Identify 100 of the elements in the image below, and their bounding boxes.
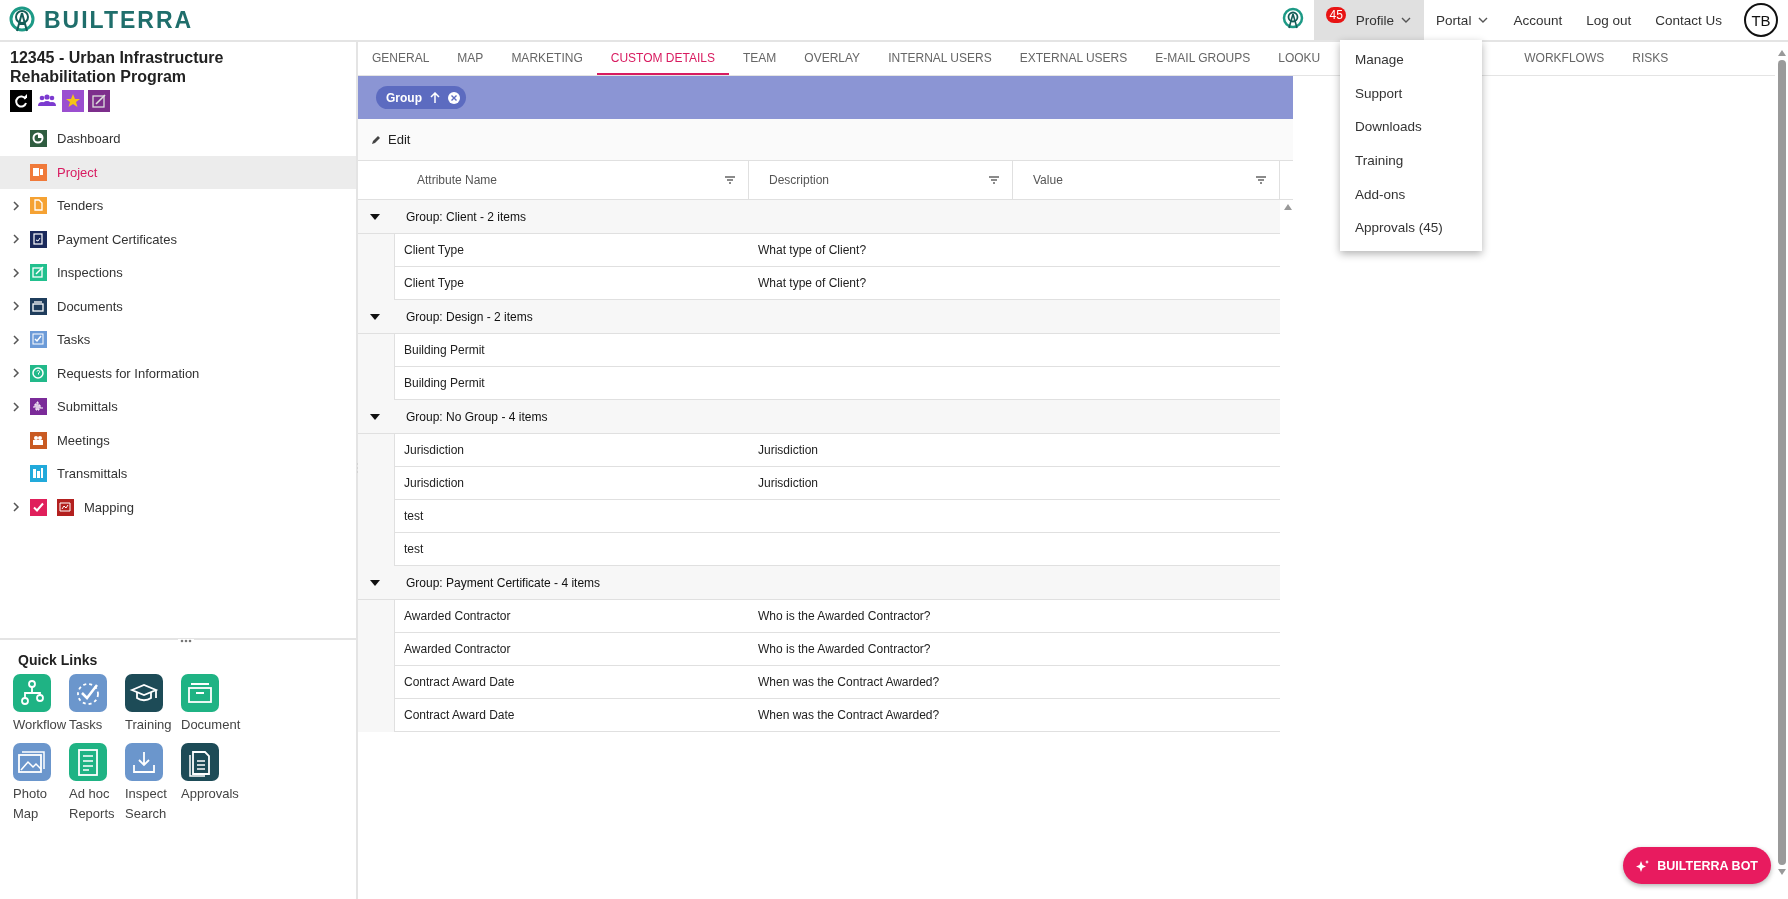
table-cell: Jurisdiction xyxy=(749,434,1013,467)
group-row[interactable]: Group: Client - 2 items xyxy=(358,200,1280,234)
sidebar-item[interactable]: Submittals xyxy=(0,390,356,424)
sidebar-label: Transmittals xyxy=(57,466,128,482)
chevron-right-icon[interactable] xyxy=(12,266,20,279)
menu-item[interactable]: Training xyxy=(1340,143,1482,178)
table-cell: Building Permit xyxy=(395,334,749,367)
arrow-up-icon[interactable] xyxy=(430,91,440,104)
sparkle-icon xyxy=(1636,858,1651,873)
edit-button[interactable]: Edit xyxy=(370,132,411,147)
tab[interactable]: GENERAL xyxy=(358,42,444,75)
quick-link[interactable]: Tasks xyxy=(69,674,125,735)
sidebar-item[interactable]: Inspections xyxy=(0,256,356,290)
table-cell: Client Type xyxy=(395,234,749,267)
chevron-right-icon[interactable] xyxy=(12,300,20,313)
group-row[interactable]: Group: Payment Certificate - 4 items xyxy=(358,566,1280,600)
quick-link-label: Photo Map xyxy=(13,785,48,823)
group-label: Group: No Group - 4 items xyxy=(406,409,548,424)
sidebar-item[interactable]: Mapping xyxy=(0,490,356,524)
table-cell: test xyxy=(395,500,749,533)
chevron-right-icon[interactable] xyxy=(12,199,20,212)
menu-item[interactable]: Manage xyxy=(1340,43,1482,77)
scrollbar-thumb[interactable] xyxy=(1777,60,1786,865)
quick-link[interactable]: Inspect Search xyxy=(125,743,181,824)
table-cell: Awarded Contractor xyxy=(395,633,749,666)
user-avatar[interactable]: TB xyxy=(1744,3,1778,37)
chevron-right-icon[interactable] xyxy=(12,367,20,380)
quick-link[interactable]: Approvals xyxy=(181,743,237,824)
menu-item[interactable]: Approvals (45) xyxy=(1340,210,1482,245)
group-label: Group: Client - 2 items xyxy=(406,209,527,224)
tab[interactable]: WORKFLOWS xyxy=(1510,42,1619,75)
menu-item[interactable]: Add-ons xyxy=(1340,177,1482,211)
quick-link[interactable]: Workflow xyxy=(13,674,69,735)
scroll-down-icon[interactable] xyxy=(1777,869,1786,875)
nav-link[interactable]: Account xyxy=(1501,0,1575,40)
sidebar-label: Dashboard xyxy=(57,131,121,147)
chevron-right-icon[interactable] xyxy=(12,501,20,514)
sidebar-label: Requests for Information xyxy=(57,365,200,381)
table-cell: Who is the Awarded Contractor? xyxy=(749,600,1013,633)
group-label: Group: Design - 2 items xyxy=(406,309,533,324)
checkbox[interactable] xyxy=(30,498,47,516)
group-chip[interactable]: Group xyxy=(376,86,466,109)
sidebar-item[interactable]: Dashboard xyxy=(0,122,356,156)
tab[interactable]: MAP xyxy=(443,42,498,75)
menu-item[interactable]: Downloads xyxy=(1340,110,1482,144)
filter-icon[interactable] xyxy=(724,175,736,185)
quick-link[interactable]: Ad hoc Reports xyxy=(69,743,125,824)
sidebar-label: Tenders xyxy=(57,198,104,214)
sidebar-item[interactable]: Payment Certificates xyxy=(0,222,356,256)
quick-link[interactable]: Training xyxy=(125,674,181,735)
group-row[interactable]: Group: Design - 2 items xyxy=(358,300,1280,334)
sidebar-item[interactable]: Tasks xyxy=(0,323,356,357)
sidebar-item[interactable]: Transmittals xyxy=(0,457,356,491)
logo-text: BUILTERRA xyxy=(44,6,194,34)
tab[interactable]: OVERLAY xyxy=(790,42,875,75)
sidebar-label: Tasks xyxy=(57,332,91,348)
menu-item[interactable]: Support xyxy=(1340,76,1482,111)
tab[interactable]: EXTERNAL USERS xyxy=(1005,42,1142,75)
quick-link-label: Ad hoc Reports xyxy=(69,785,116,823)
sidebar-item[interactable]: Project xyxy=(0,155,356,189)
sidebar-label: Mapping xyxy=(84,499,134,515)
edit-icon[interactable] xyxy=(88,90,110,112)
filter-icon[interactable] xyxy=(1255,175,1267,185)
quick-link-label: Tasks xyxy=(69,716,104,734)
scroll-up-icon[interactable] xyxy=(1284,204,1292,210)
chatbot-button[interactable]: BUILTERRA BOT xyxy=(1623,847,1771,884)
sidebar-label: Project xyxy=(57,164,98,180)
scroll-up-icon[interactable] xyxy=(1777,50,1786,56)
close-icon[interactable] xyxy=(448,91,460,104)
tab[interactable]: RISKS xyxy=(1618,42,1683,75)
chevron-right-icon[interactable] xyxy=(12,233,20,246)
resize-handle-icon[interactable] xyxy=(178,639,194,643)
tab[interactable]: MARKETING xyxy=(497,42,597,75)
tab[interactable]: TEAM xyxy=(728,42,791,75)
quick-link[interactable]: Photo Map xyxy=(13,743,69,824)
table-cell: Who is the Awarded Contractor? xyxy=(749,633,1013,666)
sidebar-item[interactable]: Meetings xyxy=(0,423,356,457)
pencil-icon xyxy=(370,133,382,146)
tab[interactable]: LOOKU xyxy=(1264,42,1321,75)
quick-link-label: Approvals xyxy=(181,785,237,803)
nav-link[interactable]: 45 Profile xyxy=(1314,0,1425,40)
refresh-icon[interactable] xyxy=(10,90,32,112)
sidebar-item[interactable]: Requests for Information xyxy=(0,356,356,390)
sidebar-item[interactable]: Tenders xyxy=(0,189,356,223)
sidebar-item[interactable]: Documents xyxy=(0,289,356,323)
table-cell: When was the Contract Awarded? xyxy=(749,666,1013,699)
group-row[interactable]: Group: No Group - 4 items xyxy=(358,400,1280,434)
chevron-right-icon[interactable] xyxy=(12,400,20,413)
table-cell: Awarded Contractor xyxy=(395,600,749,633)
chevron-right-icon[interactable] xyxy=(12,333,20,346)
tab[interactable]: INTERNAL USERS xyxy=(874,42,1006,75)
nav-link[interactable]: Portal xyxy=(1424,0,1502,40)
table-cell: Contract Award Date xyxy=(395,666,749,699)
nav-link[interactable]: Log out xyxy=(1574,0,1644,40)
nav-link[interactable]: Contact Us xyxy=(1643,0,1734,40)
filter-icon[interactable] xyxy=(988,175,1000,185)
quick-link-label: Workflow xyxy=(13,716,68,734)
notification-badge: 45 xyxy=(1326,7,1346,23)
column-header: Value xyxy=(1033,173,1063,187)
tab[interactable]: E-MAIL GROUPS xyxy=(1141,42,1265,75)
